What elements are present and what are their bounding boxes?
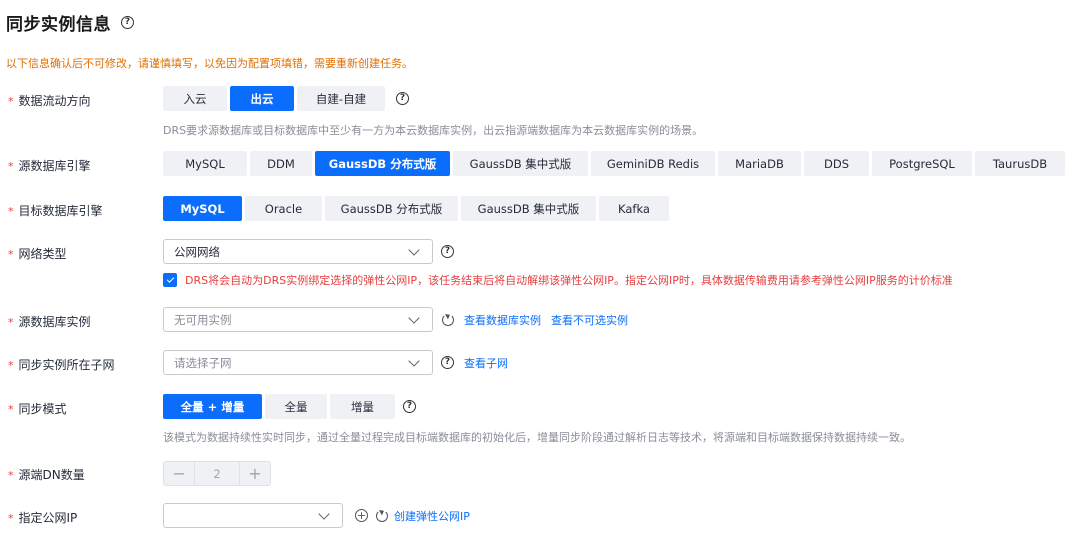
sync-mode-incremental[interactable]: 增量	[330, 394, 395, 419]
chevron-down-icon	[408, 354, 420, 367]
dn-count-value: 2	[194, 462, 240, 485]
sync-mode-segment: 全量 + 增量 全量 增量	[163, 394, 395, 419]
source-engine-mariadb[interactable]: MariaDB	[718, 151, 801, 176]
source-engine-postgresql[interactable]: PostgreSQL	[872, 151, 972, 176]
page-header: 同步实例信息 ?	[6, 10, 134, 35]
refresh-icon[interactable]	[442, 313, 454, 326]
target-engine-oracle[interactable]: Oracle	[245, 196, 322, 221]
direction-label: * 数据流动方向	[8, 94, 91, 108]
help-icon[interactable]: ?	[396, 92, 409, 105]
chevron-down-icon	[318, 507, 330, 520]
target-engine-gaussdb-distributed[interactable]: GaussDB 分布式版	[325, 196, 458, 221]
public-ip-actions: + 创建弹性公网IP	[355, 503, 470, 528]
direction-segment: 入云 出云 自建-自建	[163, 86, 385, 111]
view-unavailable-instances-link[interactable]: 查看不可选实例	[551, 312, 628, 328]
help-icon[interactable]: ?	[441, 245, 454, 258]
source-engine-dds[interactable]: DDS	[804, 151, 869, 176]
minus-icon: −	[172, 464, 186, 483]
direction-option-out[interactable]: 出云	[230, 86, 294, 111]
source-instance-label: * 源数据库实例	[8, 315, 91, 329]
notice-text: 以下信息确认后不可修改，请谨慎填写，以免因为配置项填错，需要重新创建任务。	[6, 57, 413, 70]
chevron-down-icon	[408, 311, 420, 324]
sync-mode-help: ?	[403, 394, 416, 419]
sync-mode-label: * 同步模式	[8, 402, 67, 416]
public-ip-select[interactable]	[163, 503, 343, 528]
source-engine-taurusdb[interactable]: TaurusDB	[975, 151, 1065, 176]
subnet-select[interactable]: 请选择子网	[163, 350, 433, 375]
public-ip-label: * 指定公网IP	[8, 511, 78, 525]
direction-help: ?	[396, 86, 409, 111]
sync-mode-full-incremental[interactable]: 全量 + 增量	[163, 394, 262, 419]
sync-mode-full[interactable]: 全量	[265, 394, 327, 419]
create-eip-link[interactable]: 创建弹性公网IP	[394, 508, 470, 524]
source-instance-actions: 查看数据库实例 查看不可选实例	[442, 307, 628, 332]
chevron-down-icon	[408, 243, 420, 256]
network-select[interactable]: 公网网络	[163, 239, 433, 264]
source-engine-label: * 源数据库引擎	[8, 159, 91, 173]
eip-bind-warning: DRS将会自动为DRS实例绑定选择的弹性公网IP，该任务结束后将自动解绑该弹性公…	[185, 274, 953, 287]
dn-count-stepper: − 2 +	[163, 461, 271, 486]
target-engine-gaussdb-centralized[interactable]: GaussDB 集中式版	[461, 196, 596, 221]
target-engine-kafka[interactable]: Kafka	[599, 196, 669, 221]
source-engine-gaussdb-distributed[interactable]: GaussDB 分布式版	[315, 151, 450, 176]
help-icon[interactable]: ?	[121, 15, 134, 29]
plus-icon: +	[248, 464, 262, 483]
dn-count-label: * 源端DN数量	[8, 468, 85, 482]
help-icon[interactable]: ?	[441, 356, 454, 369]
subnet-label: * 同步实例所在子网	[8, 358, 115, 372]
subnet-actions: ? 查看子网	[441, 350, 508, 375]
source-instance-select[interactable]: 无可用实例	[163, 307, 433, 332]
view-subnet-link[interactable]: 查看子网	[464, 355, 508, 371]
direction-option-self[interactable]: 自建-自建	[297, 86, 385, 111]
network-value: 公网网络	[174, 244, 220, 259]
direction-option-in[interactable]: 入云	[163, 86, 227, 111]
target-engine-mysql[interactable]: MySQL	[163, 196, 242, 221]
target-engine-segment: MySQL Oracle GaussDB 分布式版 GaussDB 集中式版 K…	[163, 196, 669, 221]
eip-bind-checkbox[interactable]	[163, 273, 177, 287]
direction-hint: DRS要求源数据库或目标数据库中至少有一方为本云数据库实例，出云指源端数据库为本…	[163, 124, 704, 137]
source-engine-segment: MySQL DDM GaussDB 分布式版 GaussDB 集中式版 Gemi…	[163, 151, 1065, 176]
network-help: ?	[441, 239, 454, 264]
source-engine-geminidb-redis[interactable]: GeminiDB Redis	[591, 151, 715, 176]
network-label: * 网络类型	[8, 247, 67, 261]
sync-mode-hint: 该模式为数据持续性实时同步，通过全量过程完成目标端数据库的初始化后，增量同步阶段…	[163, 431, 911, 444]
source-instance-placeholder: 无可用实例	[174, 312, 232, 327]
source-engine-mysql[interactable]: MySQL	[163, 151, 247, 176]
subnet-placeholder: 请选择子网	[174, 355, 232, 370]
target-engine-label: * 目标数据库引擎	[8, 204, 103, 218]
page-title: 同步实例信息	[6, 14, 111, 35]
source-engine-ddm[interactable]: DDM	[250, 151, 312, 176]
source-engine-gaussdb-centralized[interactable]: GaussDB 集中式版	[453, 151, 588, 176]
add-circle-icon[interactable]: +	[355, 509, 368, 522]
help-icon[interactable]: ?	[403, 400, 416, 413]
refresh-icon[interactable]	[376, 509, 388, 522]
eip-bind-checkbox-row: DRS将会自动为DRS实例绑定选择的弹性公网IP，该任务结束后将自动解绑该弹性公…	[163, 272, 953, 288]
view-db-instances-link[interactable]: 查看数据库实例	[464, 312, 541, 328]
